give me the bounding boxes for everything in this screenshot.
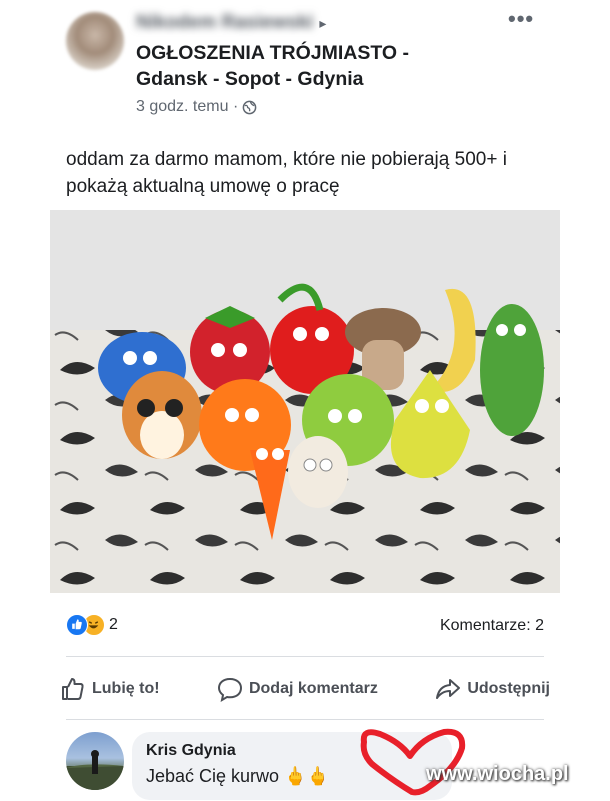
globe-icon bbox=[242, 100, 257, 114]
commenter-avatar[interactable] bbox=[66, 732, 124, 790]
share-label: Udostępnij bbox=[467, 680, 550, 697]
watermark: www.wiocha.pl bbox=[426, 763, 569, 785]
speech-bubble-icon bbox=[217, 677, 242, 702]
more-options-icon[interactable]: ••• bbox=[508, 8, 534, 30]
action-bar: Lubię to! Dodaj komentarz Udostępnij bbox=[60, 672, 550, 706]
like-reaction-icon bbox=[66, 614, 88, 636]
author-name[interactable]: Nikodem Rasiewski bbox=[136, 12, 313, 33]
post-photo[interactable] bbox=[50, 210, 560, 593]
author-line: Nikodem Rasiewski ▸ bbox=[136, 12, 326, 34]
arrow-right-icon: ▸ bbox=[319, 15, 327, 31]
comment-label: Dodaj komentarz bbox=[248, 680, 378, 697]
comment-button[interactable]: Dodaj komentarz bbox=[217, 676, 378, 702]
group-title[interactable]: OGŁOSZENIA TRÓJMIASTO - Gdansk - Sopot -… bbox=[136, 40, 466, 92]
share-button[interactable]: Udostępnij bbox=[435, 676, 550, 702]
post-header: Nikodem Rasiewski ▸ OGŁOSZENIA TRÓJMIASTO… bbox=[0, 0, 610, 135]
thumbs-up-icon bbox=[62, 678, 84, 700]
reactions-summary[interactable]: 2 bbox=[66, 614, 118, 636]
comment-count[interactable]: Komentarze: 2 bbox=[440, 617, 544, 635]
author-avatar[interactable] bbox=[66, 12, 124, 70]
like-button[interactable]: Lubię to! bbox=[60, 676, 160, 702]
plush-toys-photo bbox=[50, 210, 560, 593]
reaction-count: 2 bbox=[109, 616, 118, 633]
share-arrow-icon bbox=[436, 679, 461, 699]
divider bbox=[66, 656, 544, 657]
divider bbox=[66, 719, 544, 720]
timestamp-text[interactable]: 3 godz. temu · bbox=[136, 98, 238, 116]
post-timestamp: 3 godz. temu · bbox=[136, 98, 257, 116]
like-label: Lubię to! bbox=[92, 680, 160, 697]
post-text: oddam za darmo mamom, które nie pobieraj… bbox=[66, 149, 507, 197]
